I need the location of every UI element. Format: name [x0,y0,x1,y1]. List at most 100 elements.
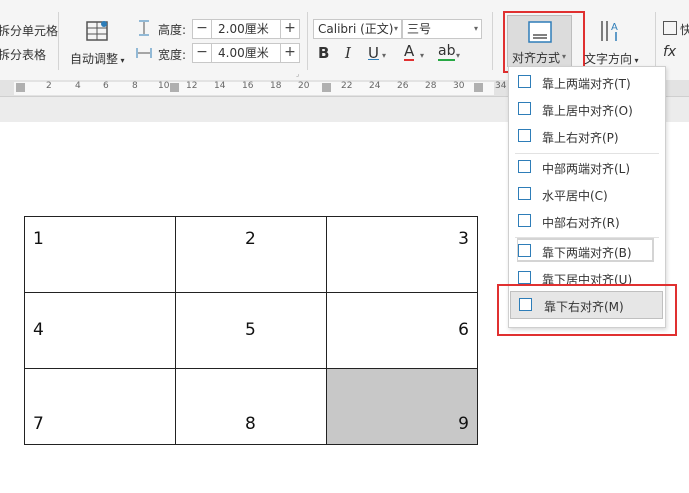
menu-item-top-center[interactable]: 靠上居中对齐(O) [509,97,665,123]
auto-fit-label: 自动调整 [70,52,119,66]
ruler-tick: 28 [425,81,437,91]
cell-text: 9 [458,414,469,434]
table-row: 4 5 6 [24,292,478,369]
ruler-track [14,82,494,95]
table-cell[interactable]: 5 [175,292,327,369]
ruler-marker[interactable] [170,83,179,92]
highlight-button[interactable]: ab [438,43,456,61]
auto-fit-icon[interactable] [85,20,109,42]
ruler-marker[interactable] [322,83,331,92]
chevron-down-icon: ▾ [632,56,639,65]
menu-item-label: 靠上居中对齐(O) [542,104,633,118]
ruler-tick: 14 [214,81,226,91]
height-icon [136,20,152,36]
ruler-tick: 18 [270,81,282,91]
highlight-frame [503,11,585,73]
ruler-tick: 8 [132,81,138,91]
selected-table-cell[interactable]: 9 [326,368,478,445]
table-cell[interactable]: 1 [24,216,176,293]
align-middle-justify-icon [518,160,531,173]
ruler-tick: 34 [495,81,507,91]
text-direction-button[interactable]: 文字方向 ▾ [584,50,639,67]
highlight-frame [497,284,677,336]
bold-button[interactable]: B [318,44,329,62]
chevron-down-icon[interactable]: ▾ [456,51,460,60]
ruler-tick: 2 [46,81,52,91]
height-decrease-button[interactable]: − [192,19,212,39]
ruler-marker[interactable] [16,83,25,92]
dialog-launcher-icon[interactable]: ⌟ [296,70,299,78]
align-center-icon [518,187,531,200]
menu-item-label: 靠上右对齐(P) [542,131,619,145]
align-top-center-icon [518,102,531,115]
menu-item-top-right[interactable]: 靠上右对齐(P) [509,124,665,150]
align-top-right-icon [518,129,531,142]
ruler-marker[interactable] [474,83,483,92]
align-middle-right-icon [518,214,531,227]
table-row: 1 2 3 [24,216,478,293]
chevron-down-icon[interactable]: ▾ [420,51,424,60]
align-top-justify-icon [518,75,531,88]
height-increase-button[interactable]: + [280,19,300,39]
font-name-select[interactable]: Calibri (正文) ▾ [313,19,402,39]
ruler-tick: 20 [298,81,310,91]
table-cell[interactable]: 2 [175,216,327,293]
ruler-tick: 26 [397,81,409,91]
table-cell[interactable]: 3 [326,216,478,293]
table-cell[interactable]: 8 [175,368,327,445]
table-row: 7 8 9 [24,368,478,445]
divider [58,12,59,70]
ruler-tick: 4 [75,81,81,91]
svg-text:A: A [611,22,618,33]
auto-fit-button[interactable]: 自动调整 ▾ [70,50,125,67]
width-input[interactable]: 4.00厘米 [211,43,281,63]
height-label: 高度: [158,23,187,37]
cell-text: 7 [33,414,44,434]
align-bottom-center-icon [518,271,531,284]
cell-text: 2 [245,229,256,249]
ruler-tick: 22 [341,81,353,91]
table-cell[interactable]: 6 [326,292,478,369]
ruler-tick: 30 [453,81,465,91]
menu-item-middle-justify[interactable]: 中部两端对齐(L) [509,155,665,181]
menu-item-top-justify[interactable]: 靠上两端对齐(T) [509,70,665,96]
chevron-down-icon: ▾ [118,56,125,65]
split-cells-button[interactable]: 拆分单元格 [0,22,58,39]
menu-item-label: 水平居中(C) [542,189,608,203]
width-decrease-button[interactable]: − [192,43,212,63]
chevron-down-icon[interactable]: ▾ [382,51,386,60]
cell-text: 1 [33,229,44,249]
width-label: 宽度: [158,48,187,62]
underline-button[interactable]: U [368,44,379,62]
width-icon [136,45,152,61]
split-table-button[interactable]: 拆分表格 [0,46,46,63]
quick-calc-label[interactable]: 快 [680,21,689,38]
ruler-tick: 24 [369,81,381,91]
menu-item-label: 中部两端对齐(L) [542,162,631,176]
table-cell[interactable]: 7 [24,368,176,445]
font-size-value: 三号 [407,22,432,36]
document-table[interactable]: 1 2 3 4 5 6 7 8 9 [24,216,478,445]
divider [492,12,493,70]
ruler-tick: 6 [103,81,109,91]
font-color-button[interactable]: A [404,43,415,61]
chevron-down-icon: ▾ [393,24,398,33]
menu-divider [515,153,659,154]
width-increase-button[interactable]: + [280,43,300,63]
cell-text: 8 [245,414,256,434]
cell-text: 5 [245,320,256,340]
formula-button[interactable]: fx [663,44,676,60]
font-name-value: Calibri (正文) [318,22,394,36]
menu-item-middle-right[interactable]: 中部右对齐(R) [509,209,665,235]
italic-button[interactable]: I [345,44,351,62]
menu-item-label: 中部右对齐(R) [542,216,620,230]
font-size-select[interactable]: 三号 ▾ [402,19,482,39]
cell-text: 3 [458,229,469,249]
divider [307,12,308,70]
height-input[interactable]: 2.00厘米 [211,19,281,39]
chevron-down-icon: ▾ [473,24,478,33]
menu-item-horizontal-center[interactable]: 水平居中(C) [509,182,665,208]
calculator-icon[interactable] [663,21,677,35]
cell-text: 4 [33,320,44,340]
table-cell[interactable]: 4 [24,292,176,369]
